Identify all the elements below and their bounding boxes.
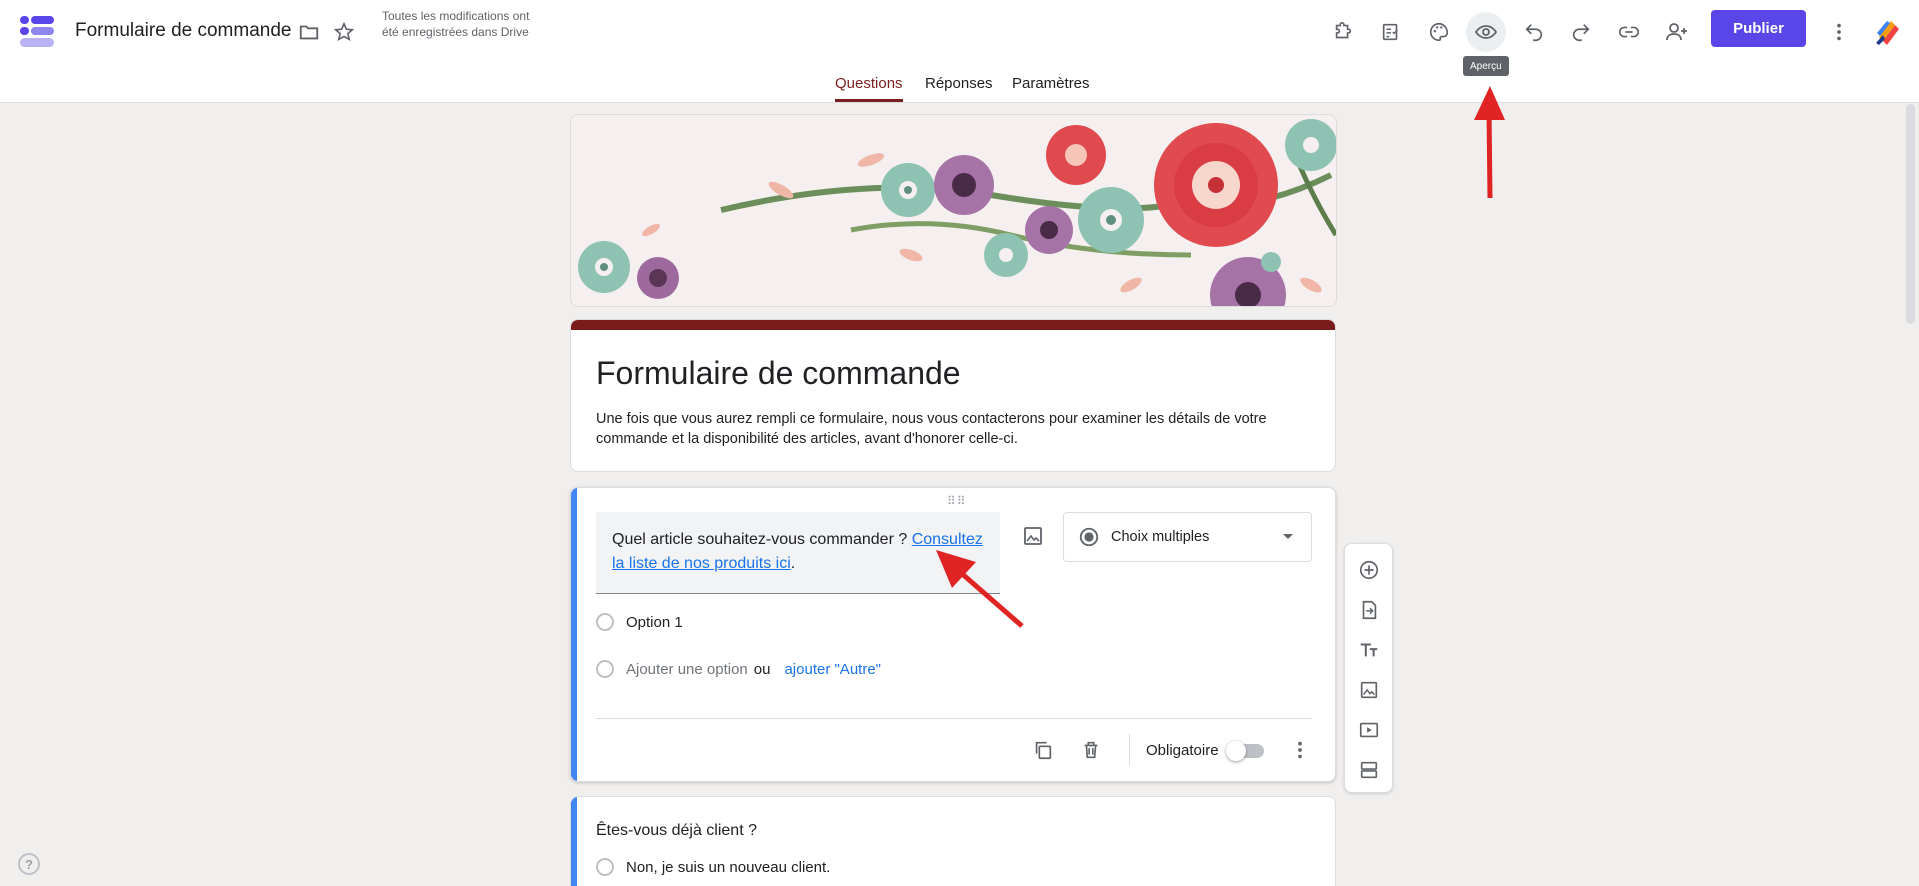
question-type-label: Choix multiples — [1111, 529, 1210, 545]
add-title-text-icon[interactable] — [1355, 636, 1383, 664]
more-vert-icon[interactable] — [1819, 12, 1859, 52]
form-title-card[interactable]: Formulaire de commande Une fois que vous… — [570, 319, 1336, 472]
question-text-suffix: . — [790, 555, 796, 572]
save-status: Toutes les modifications ont été enregis… — [382, 9, 530, 39]
radio-circle-icon — [596, 613, 614, 631]
delete-trash-icon[interactable] — [1077, 736, 1105, 764]
question-2-option-1-label: Non, je suis un nouveau client. — [626, 858, 831, 876]
radio-button-icon — [1079, 527, 1099, 547]
question-type-dropdown[interactable]: Choix multiples — [1063, 512, 1312, 562]
add-option-row: Ajouter une option ou ajouter "Autre" — [596, 660, 881, 678]
form-title[interactable]: Formulaire de commande — [596, 355, 961, 392]
tab-settings[interactable]: Paramètres — [1012, 75, 1090, 102]
add-image-icon[interactable] — [1355, 676, 1383, 704]
folder-icon[interactable] — [295, 18, 323, 46]
palette-icon[interactable] — [1419, 12, 1459, 52]
radio-circle-icon — [596, 858, 614, 876]
floral-banner-illustration — [578, 119, 1336, 306]
quiz-icon[interactable] — [1371, 12, 1411, 52]
question-text: Quel article souhaitez-vous commander ? — [612, 531, 912, 548]
help-icon[interactable]: ? — [18, 853, 40, 875]
add-question-icon[interactable] — [1355, 556, 1383, 584]
tab-bar: Questions Réponses Paramètres — [0, 72, 1919, 102]
document-title[interactable]: Formulaire de commande — [75, 20, 291, 42]
add-other-button[interactable]: ajouter "Autre" — [784, 661, 881, 678]
import-questions-icon[interactable] — [1355, 596, 1383, 624]
option-1-label[interactable]: Option 1 — [626, 614, 683, 631]
question-2-option-1[interactable]: Non, je suis un nouveau client. — [596, 858, 830, 876]
duplicate-icon[interactable] — [1029, 736, 1057, 764]
add-section-icon[interactable] — [1355, 756, 1383, 784]
tab-responses[interactable]: Réponses — [925, 75, 993, 102]
add-image-icon[interactable] — [1021, 524, 1049, 552]
add-option-input[interactable]: Ajouter une option — [626, 661, 748, 678]
footer-divider — [596, 718, 1312, 719]
undo-icon[interactable] — [1514, 12, 1554, 52]
active-question-indicator — [571, 488, 577, 781]
question-indicator — [571, 797, 577, 886]
app-header: Formulaire de commande Toutes les modifi… — [0, 0, 1919, 103]
preview-eye-icon[interactable] — [1466, 12, 1506, 52]
floating-toolbar — [1344, 543, 1393, 793]
question-more-vert-icon[interactable] — [1286, 736, 1314, 764]
radio-circle-icon — [596, 660, 614, 678]
forms-logo-icon[interactable] — [20, 14, 54, 48]
tab-questions[interactable]: Questions — [835, 75, 903, 102]
question-card-2[interactable]: Êtes-vous déjà client ? Non, je suis un … — [570, 796, 1336, 886]
question-card-1[interactable]: ⠿⠿ Quel article souhaitez-vous commander… — [570, 487, 1336, 782]
link-icon[interactable] — [1609, 12, 1649, 52]
chevron-down-icon — [1283, 534, 1293, 539]
add-collaborator-icon[interactable] — [1657, 12, 1697, 52]
drag-handle-icon[interactable]: ⠿⠿ — [947, 494, 967, 508]
form-description[interactable]: Une fois que vous aurez rempli ce formul… — [596, 409, 1296, 449]
redo-icon[interactable] — [1561, 12, 1601, 52]
toggle-knob — [1226, 741, 1246, 761]
addons-puzzle-icon[interactable] — [1323, 12, 1363, 52]
question-2-text[interactable]: Êtes-vous déjà client ? — [596, 822, 757, 840]
question-text-input[interactable]: Quel article souhaitez-vous commander ? … — [596, 512, 1000, 594]
add-video-icon[interactable] — [1355, 716, 1383, 744]
theme-color-bar — [571, 320, 1335, 330]
required-label: Obligatoire — [1146, 742, 1219, 759]
required-toggle[interactable] — [1226, 741, 1264, 761]
option-row-1[interactable]: Option 1 — [596, 613, 683, 631]
header-banner-image — [570, 114, 1337, 307]
publish-button[interactable]: Publier — [1711, 10, 1806, 47]
star-icon[interactable] — [330, 18, 358, 46]
scrollbar[interactable] — [1906, 104, 1915, 324]
extension-logo-icon[interactable] — [1868, 12, 1908, 52]
or-label: ou — [753, 660, 771, 678]
footer-separator — [1129, 734, 1130, 766]
